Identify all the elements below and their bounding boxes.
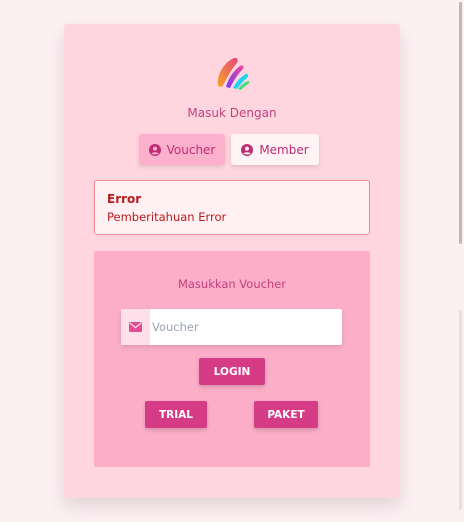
login-card: Masuk Dengan Voucher Member Error Pember…: [64, 24, 400, 498]
scrollbar-track[interactable]: [459, 310, 462, 510]
tab-member[interactable]: Member: [231, 134, 319, 165]
voucher-input-group: [121, 309, 342, 345]
paket-button[interactable]: PAKET: [254, 401, 318, 428]
voucher-input[interactable]: [150, 309, 338, 345]
tab-voucher[interactable]: Voucher: [139, 134, 225, 165]
tab-member-label: Member: [259, 142, 309, 157]
tab-voucher-label: Voucher: [166, 142, 216, 157]
voucher-panel-title: Masukkan Voucher: [177, 277, 287, 291]
brush-logo-icon: [217, 57, 250, 90]
alert-message: Pemberitahuan Error: [107, 210, 227, 224]
login-with-label: Masuk Dengan: [187, 106, 277, 120]
trial-button[interactable]: TRIAL: [145, 401, 207, 428]
user-circle-icon: [241, 143, 254, 156]
error-alert: Error Pemberitahuan Error: [94, 180, 370, 235]
envelope-icon: [121, 309, 150, 345]
alert-title: Error: [107, 192, 142, 206]
app-logo: [212, 54, 252, 94]
scrollbar-thumb[interactable]: [459, 2, 462, 244]
voucher-panel: Masukkan Voucher LOGIN TRIAL PAKET: [94, 251, 370, 467]
user-circle-icon: [148, 143, 161, 156]
login-button[interactable]: LOGIN: [199, 358, 265, 385]
